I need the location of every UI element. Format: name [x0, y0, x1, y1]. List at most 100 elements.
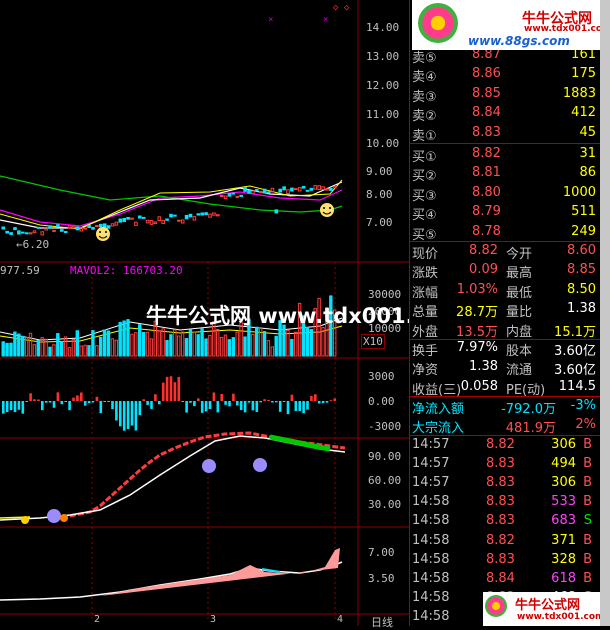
- cell: 13.5万: [456, 324, 498, 340]
- cell: 8.83: [472, 124, 501, 140]
- candle: [118, 218, 123, 223]
- volume-bar: [1, 341, 5, 357]
- cell: B: [583, 475, 592, 491]
- flow-bar: [107, 401, 110, 402]
- volume-bar: [169, 334, 173, 357]
- cell: B: [583, 551, 592, 567]
- volume-bar: [286, 329, 290, 357]
- tick-row[interactable]: 14:58 8.83 533 B: [410, 493, 600, 512]
- volume-bar: [79, 345, 83, 357]
- marker-icon: × × ◇ ◇: [268, 3, 350, 25]
- cell: 8.79: [472, 204, 501, 220]
- volume-bar: [60, 341, 64, 357]
- period-label[interactable]: 日线: [371, 614, 393, 630]
- volume-left-label: 977.59: [0, 264, 40, 277]
- candle: [79, 227, 84, 232]
- tick-row[interactable]: 14:58 8.84 618 B: [410, 570, 600, 589]
- candle: [329, 187, 333, 191]
- stat-row[interactable]: 收益(三) 0.058 PE(动) 114.5: [410, 378, 600, 398]
- stat-row[interactable]: 涨幅 1.03% 最低 8.50: [410, 281, 600, 301]
- volume-bar: [251, 333, 255, 357]
- cell: 306: [551, 475, 576, 491]
- tick-row[interactable]: 14:57 8.82 306 B: [410, 436, 600, 455]
- ask-row[interactable]: 卖① 8.83 45: [410, 124, 600, 144]
- flow-bar: [290, 394, 294, 401]
- flow-bar: [134, 401, 138, 431]
- volume-bar: [196, 334, 200, 357]
- x-tick-label: 3: [210, 614, 217, 625]
- flow-bar: [64, 401, 67, 402]
- volume-bar: [13, 331, 17, 357]
- cell: 533: [551, 494, 576, 510]
- stat-row[interactable]: 涨跌 0.09 最高 8.85: [410, 261, 600, 281]
- flow-row[interactable]: 大宗流入 481.9万 2%: [410, 416, 600, 436]
- cell: 1.38: [567, 301, 596, 317]
- candle: [333, 185, 337, 189]
- flow-bar: [150, 401, 153, 409]
- cell: 0.058: [460, 378, 498, 394]
- tick-row[interactable]: 14:57 8.83 306 B: [410, 474, 600, 493]
- cell: 45: [579, 124, 596, 140]
- cell: 8.83: [486, 475, 515, 491]
- flow-bar: [325, 401, 329, 403]
- candle: [196, 213, 201, 216]
- x-tick-label: 4: [337, 614, 344, 625]
- flow-row[interactable]: 净流入额 -792.0万 -3%: [410, 397, 600, 417]
- ask-row[interactable]: 卖③ 8.85 1883: [410, 85, 600, 105]
- candle: [321, 186, 325, 190]
- cell: 14:58: [412, 513, 450, 529]
- volume-bar: [208, 334, 212, 357]
- axis-tick-label: 3000: [368, 370, 395, 383]
- cell: 8.78: [472, 223, 501, 239]
- cell: 8.82: [472, 146, 501, 161]
- flow-bar: [87, 401, 91, 404]
- bid-row[interactable]: 买① 8.82 31: [410, 145, 600, 165]
- volume-bar: [48, 346, 52, 357]
- cell: B: [583, 437, 592, 452]
- candle: [294, 188, 298, 191]
- volume-bar: [231, 337, 236, 357]
- volume-bar: [321, 327, 325, 357]
- ask-row[interactable]: 卖④ 8.86 175: [410, 65, 600, 85]
- stat-row[interactable]: 外盘 13.5万 内盘 15.1万: [410, 320, 600, 340]
- bid-row[interactable]: 买③ 8.80 1000: [410, 184, 600, 204]
- cell: 28.7万: [456, 305, 498, 321]
- volume-bar: [290, 338, 294, 357]
- cell: 换手: [412, 344, 439, 359]
- cell: B: [583, 532, 592, 548]
- candle: [52, 229, 56, 232]
- candle: [56, 224, 60, 228]
- tick-row[interactable]: 14:57 8.83 494 B: [410, 455, 600, 474]
- tick-row[interactable]: 14:58 8.82 371 B: [410, 532, 600, 551]
- candle: [122, 218, 127, 223]
- flow-bar: [21, 401, 25, 414]
- flow-bar: [165, 376, 169, 401]
- stat-row[interactable]: 现价 8.82 今开 8.60: [410, 242, 600, 262]
- volume-bar: [262, 331, 267, 357]
- cell: B: [583, 456, 592, 472]
- flow-bar: [68, 401, 71, 411]
- cell: 1883: [562, 85, 596, 101]
- cell: 0.09: [469, 262, 498, 278]
- cell: 买③: [412, 188, 437, 204]
- bid-row[interactable]: 买② 8.81 86: [410, 164, 600, 184]
- candle: [102, 223, 107, 228]
- cell: 流通: [506, 363, 533, 379]
- stat-row[interactable]: 净资 1.38 流通 3.60亿: [410, 358, 600, 379]
- volume-bar: [294, 331, 298, 357]
- stat-row[interactable]: 总量 28.7万 量比 1.38: [410, 300, 600, 321]
- stat-row[interactable]: 换手 7.97% 股本 3.60亿: [410, 339, 600, 359]
- bid-row[interactable]: 买④ 8.79 511: [410, 203, 600, 223]
- tick-row[interactable]: 14:58 8.83 328 B: [410, 551, 600, 570]
- candle: [208, 213, 212, 218]
- candle: [63, 231, 68, 234]
- volume-bar: [130, 333, 134, 357]
- bid-row[interactable]: 买⑤ 8.78 249: [410, 223, 600, 243]
- side-toolbar[interactable]: [600, 0, 610, 626]
- tick-row[interactable]: 14:58 8.83 683 S: [410, 512, 600, 531]
- candle: [161, 219, 165, 224]
- ask-row[interactable]: 卖② 8.84 412: [410, 104, 600, 124]
- flow-bar: [216, 401, 220, 413]
- cell: 卖③: [412, 89, 437, 105]
- axis-tick-label: 3.50: [368, 572, 395, 585]
